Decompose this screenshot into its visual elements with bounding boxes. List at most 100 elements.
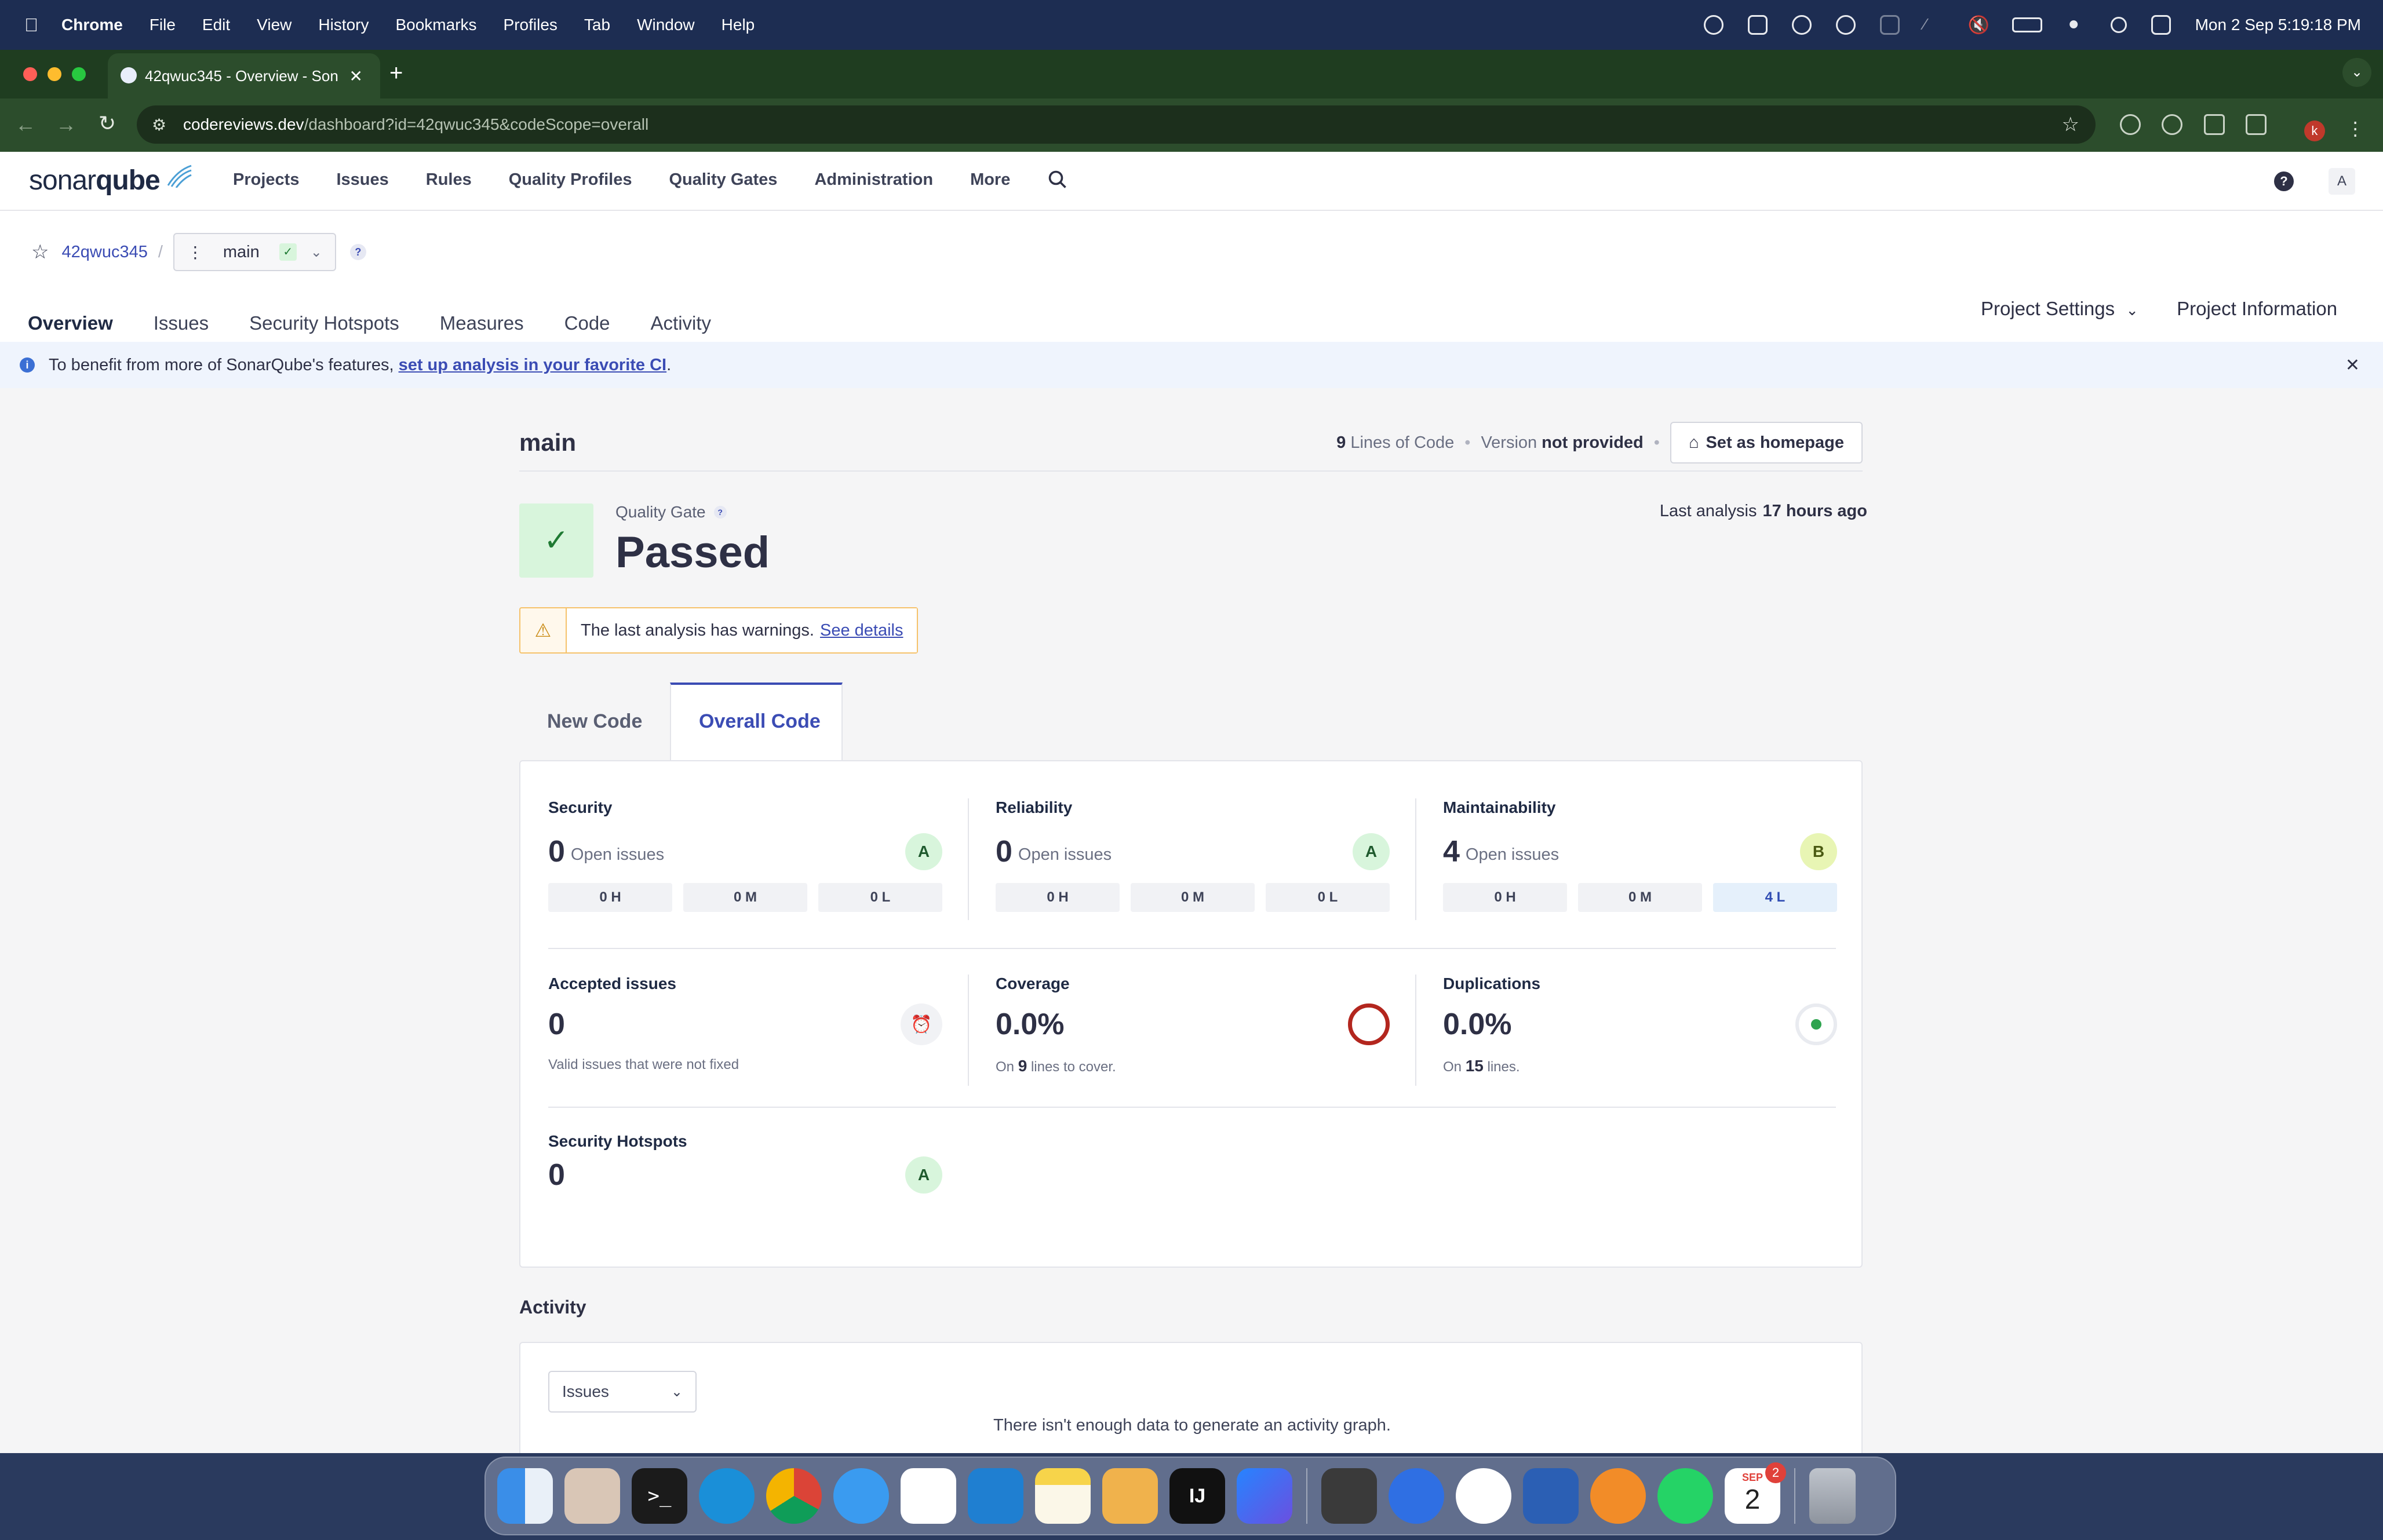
control-center-icon[interactable] (2151, 15, 2171, 35)
reload-icon[interactable]: ↻ (99, 111, 116, 136)
user-avatar[interactable]: A (2329, 168, 2355, 195)
cloud-icon[interactable] (1747, 15, 1768, 35)
menu-edit[interactable]: Edit (202, 16, 230, 34)
security-metric[interactable]: Security 0 Open issues A 0 H 0 M 0 L (548, 798, 942, 912)
menu-view[interactable]: View (257, 16, 292, 34)
branch-help-icon[interactable]: ? (349, 244, 366, 260)
set-homepage-button[interactable]: ⌂ Set as homepage (1670, 422, 1863, 464)
menu-profiles[interactable]: Profiles (504, 16, 558, 34)
tab-issues[interactable]: Issues (154, 312, 209, 334)
nav-rules[interactable]: Rules (426, 170, 472, 189)
profile-avatar[interactable]: k (2304, 121, 2325, 141)
tab-measures[interactable]: Measures (440, 312, 524, 334)
maintainability-high[interactable]: 0 H (1443, 883, 1567, 912)
favorite-star-icon[interactable]: ☆ (31, 240, 49, 264)
display-icon[interactable] (1879, 15, 1900, 35)
menu-history[interactable]: History (318, 16, 369, 34)
apple-icon[interactable]:  (24, 14, 38, 36)
bookmark-star-icon[interactable]: ☆ (2062, 113, 2079, 136)
maintainability-rating-badge[interactable]: B (1800, 833, 1837, 870)
nav-issues[interactable]: Issues (336, 170, 388, 189)
browser-tab-active[interactable]: 42qwuc345 - Overview - Son ✕ (108, 53, 380, 98)
security-count[interactable]: 0 (548, 834, 565, 869)
duplications-metric[interactable]: Duplications 0.0% On 15 lines. (1443, 975, 1837, 1075)
chrome-menu-icon[interactable]: ⋮ (2346, 118, 2364, 139)
nav-administration[interactable]: Administration (814, 170, 933, 189)
menu-bookmarks[interactable]: Bookmarks (395, 16, 476, 34)
zoom-window-button[interactable] (72, 67, 86, 81)
maps-pin-icon[interactable] (1389, 1468, 1444, 1524)
setup-ci-link[interactable]: set up analysis in your favorite CI (399, 356, 667, 375)
coverage-metric[interactable]: Coverage 0.0% On 9 lines to cover. (996, 975, 1390, 1075)
activity-metric-select[interactable]: Issues ⌄ (548, 1371, 697, 1413)
vpn-icon[interactable] (1590, 1468, 1646, 1524)
mute-icon[interactable]: 🔇 (1968, 15, 1990, 35)
menu-window[interactable]: Window (637, 16, 695, 34)
notes-icon[interactable] (1035, 1468, 1091, 1524)
menubar-clock[interactable]: Mon 2 Sep 5:19:18 PM (2195, 16, 2361, 34)
sonarqube-logo[interactable]: sonarqube (29, 165, 192, 196)
tab-close-icon[interactable]: ✕ (349, 67, 363, 86)
headphones-icon[interactable] (1791, 15, 1812, 35)
grammarly-ext-icon[interactable] (2162, 114, 2183, 135)
dismiss-banner-icon[interactable]: ✕ (2345, 355, 2360, 375)
project-settings-menu[interactable]: Project Settings ⌄ (1981, 298, 2138, 320)
mic-off-icon[interactable]: ⁄ (1924, 15, 1944, 35)
security-hotspots-metric[interactable]: Security Hotspots 0 A (548, 1132, 942, 1194)
back-icon[interactable]: ← (15, 112, 36, 137)
tab-activity[interactable]: Activity (651, 312, 712, 334)
grammarly-icon[interactable] (1703, 15, 1724, 35)
maintainability-count[interactable]: 4 (1443, 834, 1460, 869)
extension-icon[interactable] (2120, 114, 2141, 135)
edge-icon[interactable] (699, 1468, 755, 1524)
security-low[interactable]: 0 L (818, 883, 942, 912)
jira-icon[interactable] (1237, 1468, 1292, 1524)
openai-icon[interactable] (1835, 15, 1856, 35)
chatgpt-icon[interactable] (1456, 1468, 1511, 1524)
reliability-rating-badge[interactable]: A (1353, 833, 1390, 870)
slack-icon[interactable] (901, 1468, 956, 1524)
finder-icon[interactable] (497, 1468, 553, 1524)
launchpad-icon[interactable] (564, 1468, 620, 1524)
maintainability-low[interactable]: 4 L (1713, 883, 1837, 912)
safari-icon[interactable] (833, 1468, 889, 1524)
chrome-icon[interactable] (766, 1468, 822, 1524)
nav-more[interactable]: More (970, 170, 1010, 189)
react-devtools-icon[interactable] (2203, 114, 2225, 135)
sublime-icon[interactable] (1321, 1468, 1377, 1524)
maintainability-medium[interactable]: 0 M (1578, 883, 1702, 912)
tab-search-icon[interactable]: ⌄ (2342, 58, 2371, 87)
reliability-high[interactable]: 0 H (996, 883, 1120, 912)
reliability-medium[interactable]: 0 M (1131, 883, 1255, 912)
minimize-window-button[interactable] (48, 67, 61, 81)
word-icon[interactable] (1523, 1468, 1579, 1524)
wifi-icon[interactable]: ⚫ (2067, 15, 2086, 35)
menu-tab[interactable]: Tab (584, 16, 610, 34)
security-rating-badge[interactable]: A (905, 833, 942, 870)
tableplus-icon[interactable] (1102, 1468, 1158, 1524)
nav-quality-gates[interactable]: Quality Gates (669, 170, 777, 189)
reliability-low[interactable]: 0 L (1266, 883, 1390, 912)
reliability-metric[interactable]: Reliability 0 Open issues A 0 H 0 M 0 L (996, 798, 1390, 912)
url-bar[interactable]: ⚙ codereviews.dev /dashboard?id=42qwuc34… (137, 105, 2096, 144)
tab-new-code[interactable]: New Code (547, 710, 642, 733)
site-info-icon[interactable]: ⚙ (152, 115, 166, 134)
menu-file[interactable]: File (150, 16, 176, 34)
branch-selector[interactable]: ⋮ main ✓ ⌄ (173, 233, 336, 271)
reliability-count[interactable]: 0 (996, 834, 1012, 869)
menu-help[interactable]: Help (722, 16, 755, 34)
security-medium[interactable]: 0 M (683, 883, 807, 912)
accepted-value[interactable]: 0 (548, 1007, 565, 1042)
battery-icon[interactable] (2012, 17, 2042, 32)
puzzle-icon[interactable] (2246, 114, 2267, 135)
coverage-value[interactable]: 0.0% (996, 1007, 1065, 1042)
help-icon[interactable]: ? (2274, 171, 2294, 191)
forward-icon[interactable]: → (56, 112, 76, 137)
intellij-icon[interactable]: IJ (1169, 1468, 1225, 1524)
vscode-icon[interactable] (968, 1468, 1023, 1524)
calendar-icon[interactable]: SEP 2 2 (1725, 1462, 1786, 1524)
close-window-button[interactable] (23, 67, 37, 81)
terminal-icon[interactable]: >_ (632, 1468, 687, 1524)
whatsapp-icon[interactable] (1657, 1468, 1713, 1524)
nav-quality-profiles[interactable]: Quality Profiles (509, 170, 632, 189)
